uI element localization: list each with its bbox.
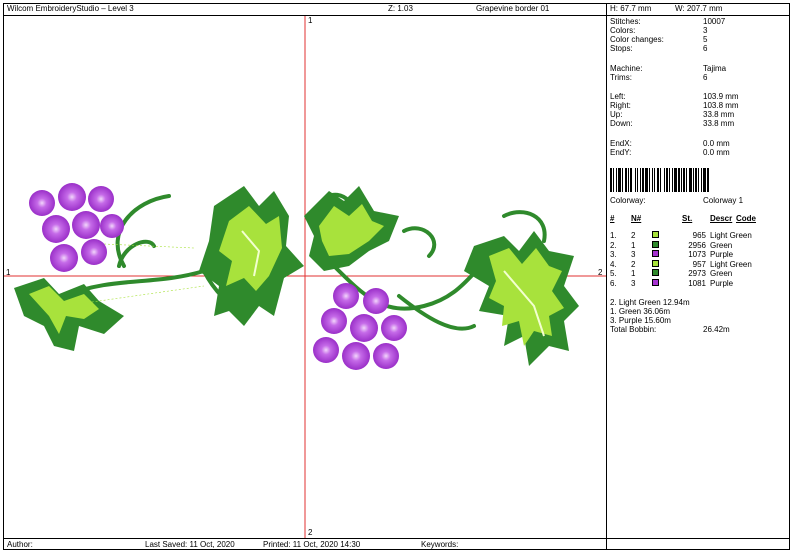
color-swatch [652, 269, 659, 276]
zoom-readout: Z: 1.03 [388, 4, 413, 13]
color-row-needle: 2 [631, 259, 636, 269]
color-row-index: 4. [610, 259, 617, 269]
marker-left: 1 [6, 268, 11, 277]
bobbin-line: 3. Purple 15.60m [610, 316, 671, 325]
color-row-needle: 1 [631, 269, 636, 278]
color-row-name: Purple [710, 278, 734, 288]
stat-endy: EndY: 0.0 mm [610, 148, 730, 157]
color-row-stitches: 2973 [688, 269, 706, 278]
marker-right: 2 [598, 268, 603, 277]
color-row-name: Green [710, 240, 733, 250]
color-swatch [652, 250, 659, 257]
title-bar: Wilcom EmbroideryStudio – Level 3 Z: 1.0… [3, 3, 790, 16]
last-saved: Last Saved: 11 Oct, 2020 [145, 540, 235, 549]
app-title: Wilcom EmbroideryStudio – Level 3 [7, 4, 134, 13]
keywords-label: Keywords: [421, 540, 459, 549]
color-table-header: # N# St. Descr Code [610, 214, 756, 223]
leaf-center-right [304, 186, 399, 271]
color-row-name: Purple [710, 250, 734, 259]
bobbin-line: 2. Light Green 12.94m [610, 298, 690, 307]
footer-divider [606, 538, 607, 550]
width-readout: W: 207.7 mm [675, 4, 723, 13]
color-swatch [652, 231, 659, 238]
height-readout: H: 67.7 mm [610, 4, 652, 13]
color-swatch [652, 278, 659, 286]
color-row-index: 5. [610, 269, 617, 278]
footer-bar: Author: Last Saved: 11 Oct, 2020 Printed… [3, 538, 790, 550]
color-row: 6. 3 1081 Purple [610, 278, 788, 288]
marker-top: 1 [308, 16, 313, 25]
color-row-name: Light Green [710, 231, 752, 240]
stat-trims: Trims: 6 [610, 73, 708, 82]
color-row: 3. 3 1073 Purple [610, 250, 788, 259]
marker-bottom: 2 [308, 528, 313, 537]
color-row-stitches: 1073 [688, 250, 706, 259]
color-row-needle: 3 [631, 250, 636, 259]
color-row-needle: 3 [631, 278, 636, 288]
color-row-stitches: 1081 [688, 278, 706, 288]
color-row-stitches: 2956 [688, 240, 706, 250]
printed-date: Printed: 11 Oct, 2020 14:30 [263, 540, 361, 549]
color-row-index: 3. [610, 250, 617, 259]
color-row-needle: 1 [631, 240, 636, 250]
color-row-stitches: 965 [692, 231, 706, 240]
grape-cluster-left [29, 183, 124, 272]
color-swatch [652, 240, 659, 248]
design-name: Grapevine border 01 [476, 4, 550, 13]
color-row: 2. 1 2956 Green [610, 240, 788, 250]
bobbin-line: 1. Green 36.06m [610, 307, 671, 316]
leaf-left-bottom [14, 278, 124, 351]
stat-down: Down: 33.8 mm [610, 119, 735, 128]
color-row-index: 6. [610, 278, 617, 288]
color-swatch [652, 259, 659, 267]
color-row: 5. 1 2973 Green [610, 269, 788, 278]
bobbin-total: Total Bobbin: 26.42m [610, 325, 730, 334]
color-row-needle: 2 [631, 231, 636, 240]
barcode-gap [709, 168, 710, 192]
color-row-index: 1. [610, 231, 617, 240]
stat-colorway: Colorway: Colorway 1 [610, 196, 744, 205]
color-row-stitches: 957 [692, 259, 706, 269]
design-canvas[interactable]: 1 2 1 2 [4, 16, 606, 538]
color-row-name: Green [710, 269, 733, 278]
stats-panel: Stitches: 10007 Colors: 3 Color changes: 5 … [607, 16, 790, 538]
color-row-name: Light Green [710, 259, 752, 269]
author-label: Author: [7, 540, 33, 549]
color-row-index: 2. [610, 240, 617, 250]
leaf-right [464, 231, 579, 366]
barcode [610, 168, 786, 192]
color-row: 1. 2 965 Light Green [610, 231, 788, 240]
stat-stops: Stops: 6 [610, 44, 708, 53]
grape-cluster-right [313, 283, 407, 370]
leaf-left-center [199, 186, 304, 326]
color-row: 4. 2 957 Light Green [610, 259, 788, 269]
